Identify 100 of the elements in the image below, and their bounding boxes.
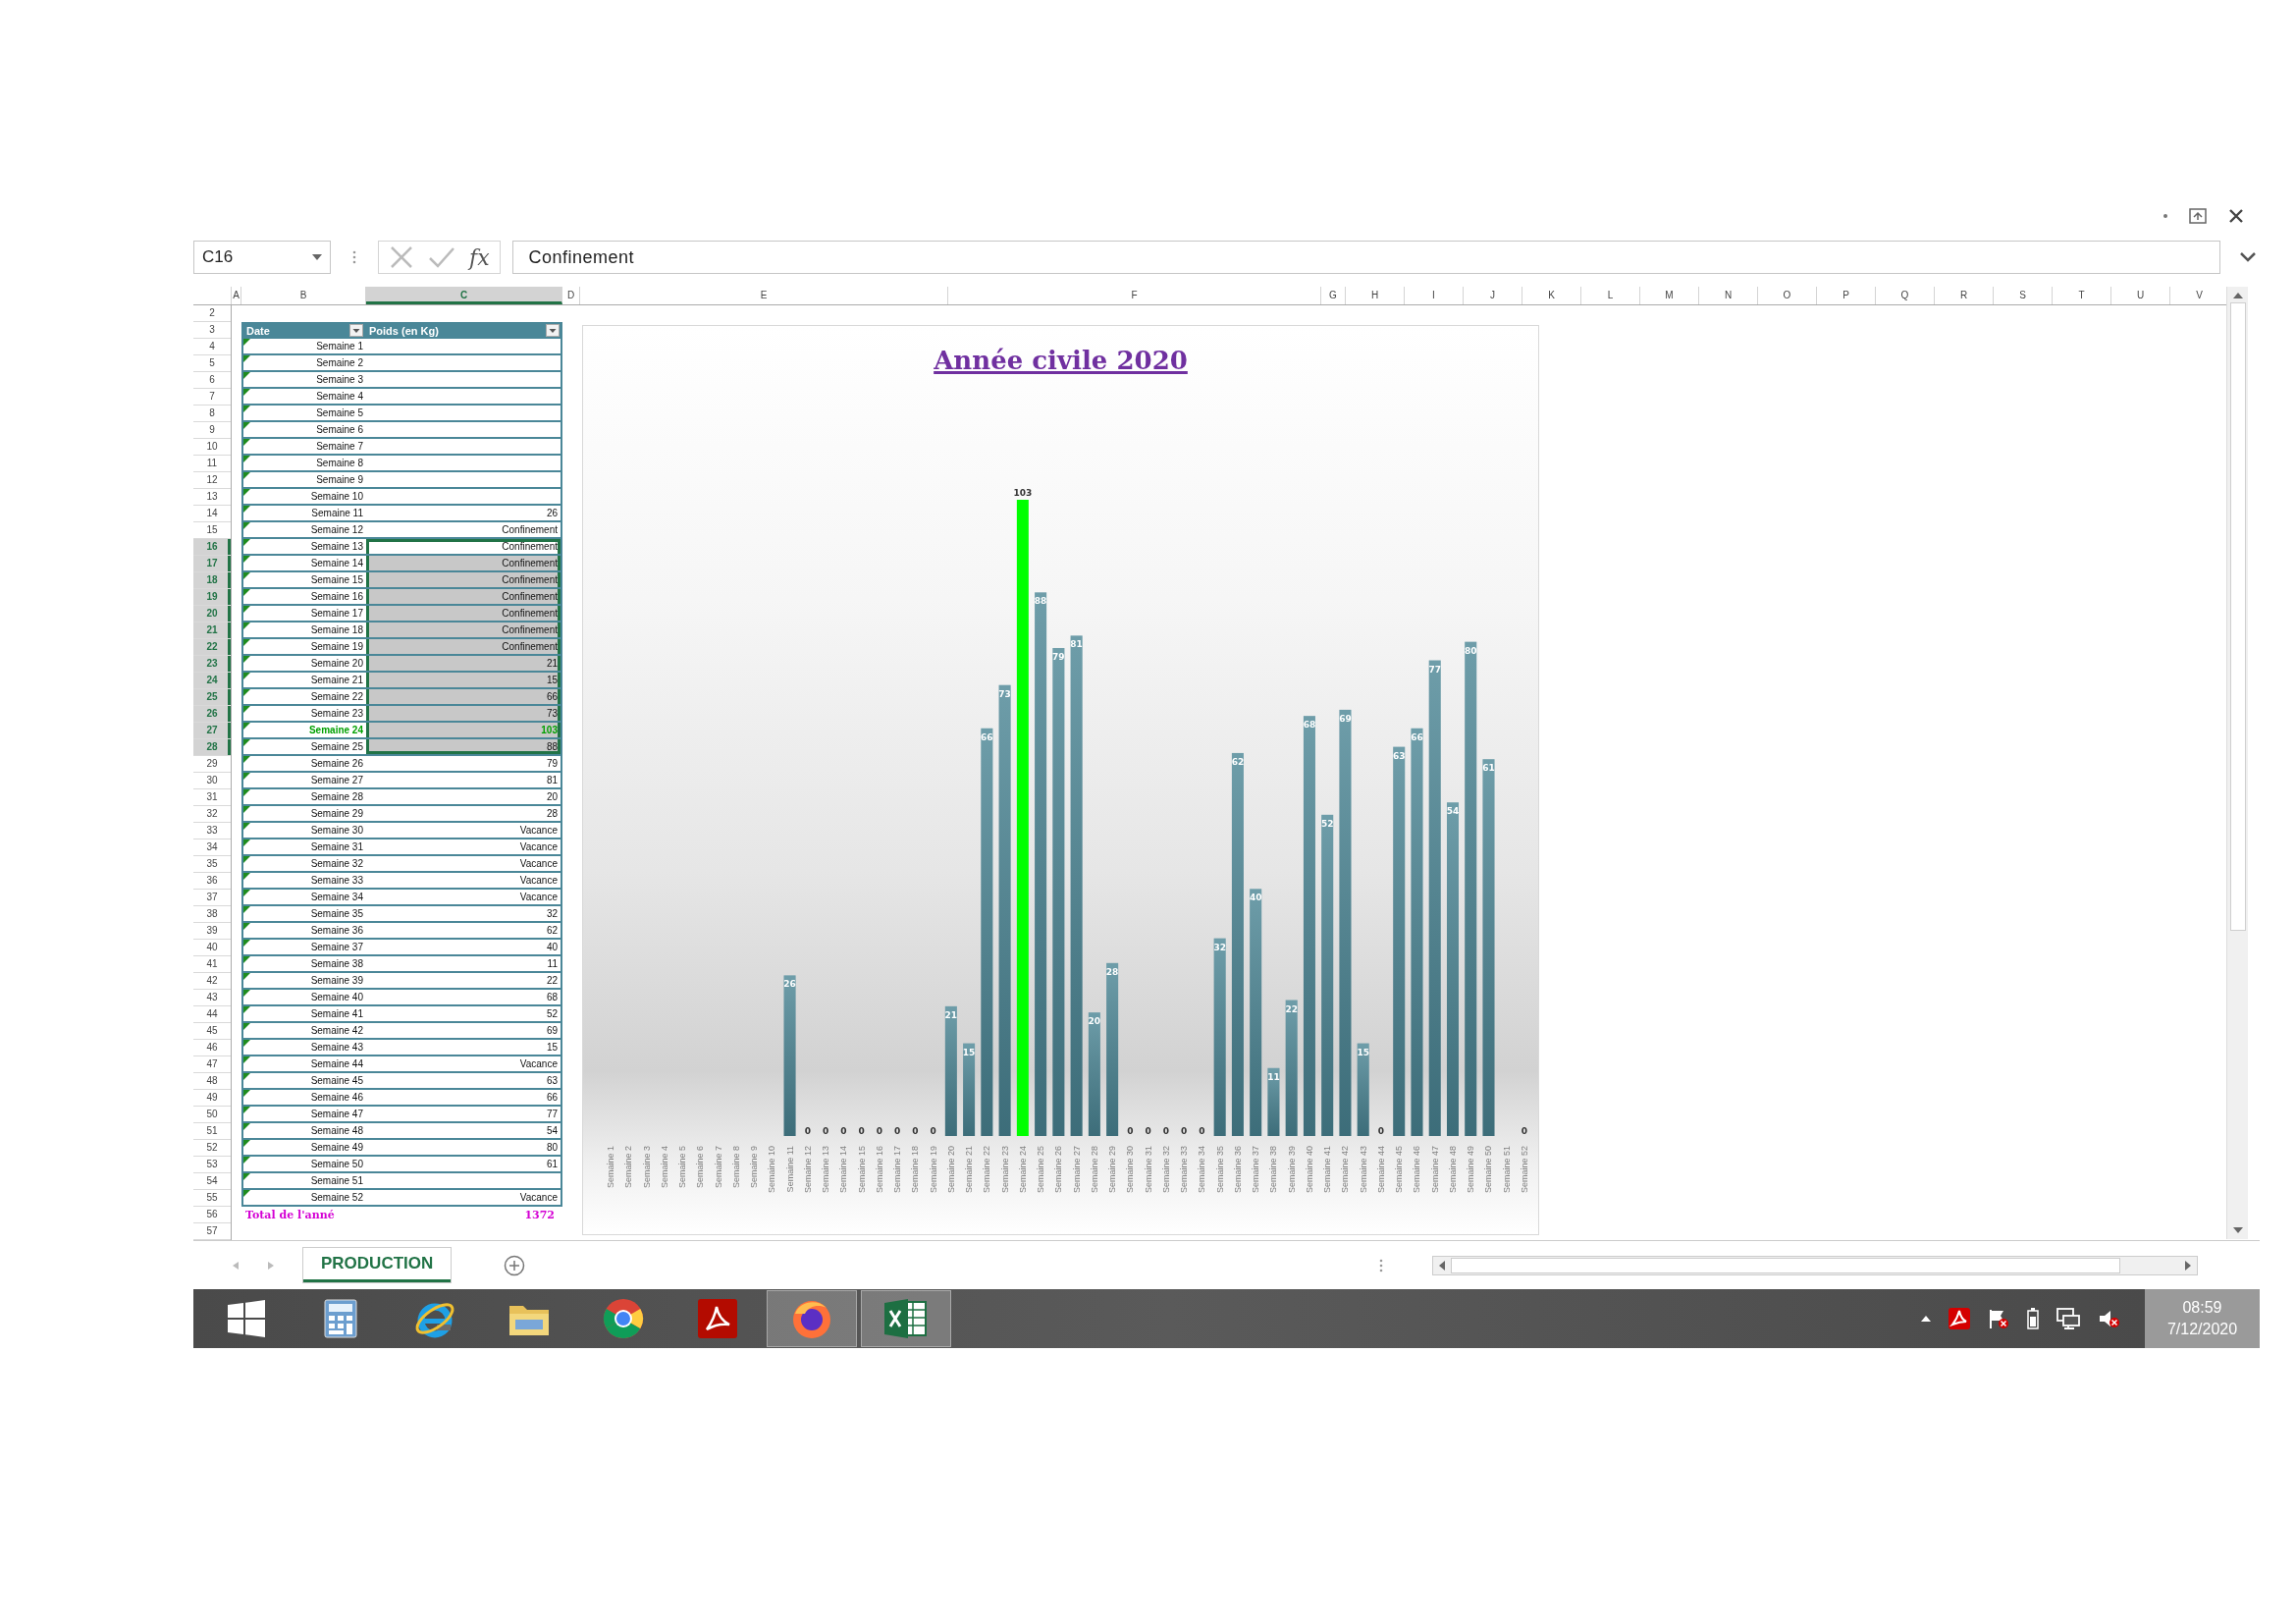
row-header[interactable]: 55 [193, 1190, 231, 1207]
insert-function-button[interactable]: fx [469, 244, 490, 270]
row-header[interactable]: 50 [193, 1107, 231, 1123]
flag-icon[interactable] [1988, 1308, 2009, 1329]
row-header[interactable]: 14 [193, 506, 231, 522]
column-header[interactable]: M [1640, 287, 1699, 304]
row-header[interactable]: 4 [193, 339, 231, 355]
column-header[interactable]: F [948, 287, 1321, 304]
vertical-scrollbar[interactable] [2226, 287, 2248, 1239]
row-header[interactable]: 3 [193, 322, 231, 339]
row-header[interactable]: 11 [193, 456, 231, 472]
row-header[interactable]: 8 [193, 406, 231, 422]
network-icon[interactable] [2056, 1308, 2080, 1329]
row-header[interactable]: 27 [193, 723, 231, 739]
column-header[interactable]: A [232, 287, 241, 304]
row-header[interactable]: 5 [193, 355, 231, 372]
column-header[interactable]: N [1699, 287, 1758, 304]
filter-dropdown-icon[interactable] [349, 324, 363, 337]
up-arrow-icon[interactable] [2232, 293, 2243, 298]
column-header[interactable]: K [1522, 287, 1581, 304]
column-header[interactable]: R [1935, 287, 1994, 304]
row-header[interactable]: 33 [193, 823, 231, 839]
acrobat-icon[interactable] [1949, 1308, 1970, 1329]
row-header[interactable]: 16 [193, 539, 231, 556]
scrollbar-thumb[interactable] [1451, 1257, 2121, 1273]
row-header[interactable]: 7 [193, 389, 231, 406]
column-header[interactable]: G [1321, 287, 1346, 304]
column-header[interactable]: H [1346, 287, 1405, 304]
taskbar-button[interactable] [861, 1290, 951, 1347]
row-header[interactable]: 41 [193, 956, 231, 973]
row-header[interactable]: 20 [193, 606, 231, 623]
row-header[interactable]: 19 [193, 589, 231, 606]
row-header[interactable]: 43 [193, 990, 231, 1006]
muted-speaker-icon[interactable] [2098, 1308, 2121, 1329]
down-arrow-icon[interactable] [2232, 1227, 2243, 1233]
row-header[interactable]: 9 [193, 422, 231, 439]
row-header[interactable]: 40 [193, 940, 231, 956]
column-header[interactable]: J [1464, 287, 1522, 304]
row-header[interactable]: 47 [193, 1056, 231, 1073]
row-header[interactable]: 24 [193, 673, 231, 689]
row-header[interactable]: 38 [193, 906, 231, 923]
right-arrow-icon[interactable] [2185, 1260, 2192, 1271]
row-header[interactable]: 37 [193, 890, 231, 906]
row-header[interactable]: 32 [193, 806, 231, 823]
up-caret-icon[interactable] [1921, 1316, 1931, 1322]
column-header[interactable]: L [1581, 287, 1640, 304]
row-header[interactable]: 46 [193, 1040, 231, 1056]
horizontal-scrollbar[interactable] [1432, 1255, 2199, 1275]
row-header[interactable]: 17 [193, 556, 231, 572]
row-header[interactable]: 35 [193, 856, 231, 873]
column-header[interactable]: E [580, 287, 948, 304]
row-header[interactable]: 25 [193, 689, 231, 706]
row-header[interactable]: 57 [193, 1223, 231, 1240]
row-header[interactable]: 54 [193, 1173, 231, 1190]
add-icon[interactable] [504, 1254, 526, 1276]
row-header[interactable]: 18 [193, 572, 231, 589]
formula-field[interactable]: Confinement [511, 241, 2220, 274]
column-header[interactable]: P [1817, 287, 1876, 304]
row-header[interactable]: 49 [193, 1090, 231, 1107]
row-header[interactable]: 28 [193, 739, 231, 756]
caret-icon[interactable] [312, 254, 322, 260]
row-header[interactable]: 53 [193, 1157, 231, 1173]
row-header[interactable]: 12 [193, 472, 231, 489]
row-header[interactable]: 22 [193, 639, 231, 656]
column-header[interactable]: O [1758, 287, 1817, 304]
left-arrow-icon[interactable] [1439, 1260, 1446, 1271]
row-header[interactable]: 21 [193, 623, 231, 639]
row-header[interactable]: 44 [193, 1006, 231, 1023]
row-header[interactable]: 2 [193, 305, 231, 322]
column-header[interactable]: T [2053, 287, 2111, 304]
column-header[interactable]: I [1405, 287, 1464, 304]
row-header[interactable]: 52 [193, 1140, 231, 1157]
chart-area[interactable] [582, 325, 1539, 1235]
row-header[interactable]: 39 [193, 923, 231, 940]
column-header[interactable]: U [2111, 287, 2170, 304]
row-header[interactable]: 36 [193, 873, 231, 890]
row-header[interactable]: 13 [193, 489, 231, 506]
taskbar-button[interactable] [767, 1290, 857, 1347]
restore-icon[interactable] [2189, 208, 2207, 224]
row-header[interactable]: 29 [193, 756, 231, 773]
column-header[interactable]: C [366, 287, 562, 304]
column-header[interactable]: S [1994, 287, 2053, 304]
row-header[interactable]: 10 [193, 439, 231, 456]
row-header[interactable]: 45 [193, 1023, 231, 1040]
filter-dropdown-icon[interactable] [546, 324, 560, 337]
row-header[interactable]: 48 [193, 1073, 231, 1090]
expand-icon[interactable] [2240, 252, 2256, 262]
battery-icon[interactable] [2027, 1308, 2039, 1329]
row-header[interactable]: 26 [193, 706, 231, 723]
row-header[interactable]: 6 [193, 372, 231, 389]
row-header[interactable]: 51 [193, 1123, 231, 1140]
name-box[interactable]: C16 [193, 241, 331, 274]
row-header[interactable]: 30 [193, 773, 231, 789]
row-header[interactable]: 23 [193, 656, 231, 673]
row-header[interactable]: 34 [193, 839, 231, 856]
row-header[interactable]: 56 [193, 1207, 231, 1223]
row-header[interactable]: 31 [193, 789, 231, 806]
column-header[interactable]: Q [1876, 287, 1935, 304]
close-icon[interactable] [2228, 208, 2244, 224]
row-header[interactable]: 42 [193, 973, 231, 990]
